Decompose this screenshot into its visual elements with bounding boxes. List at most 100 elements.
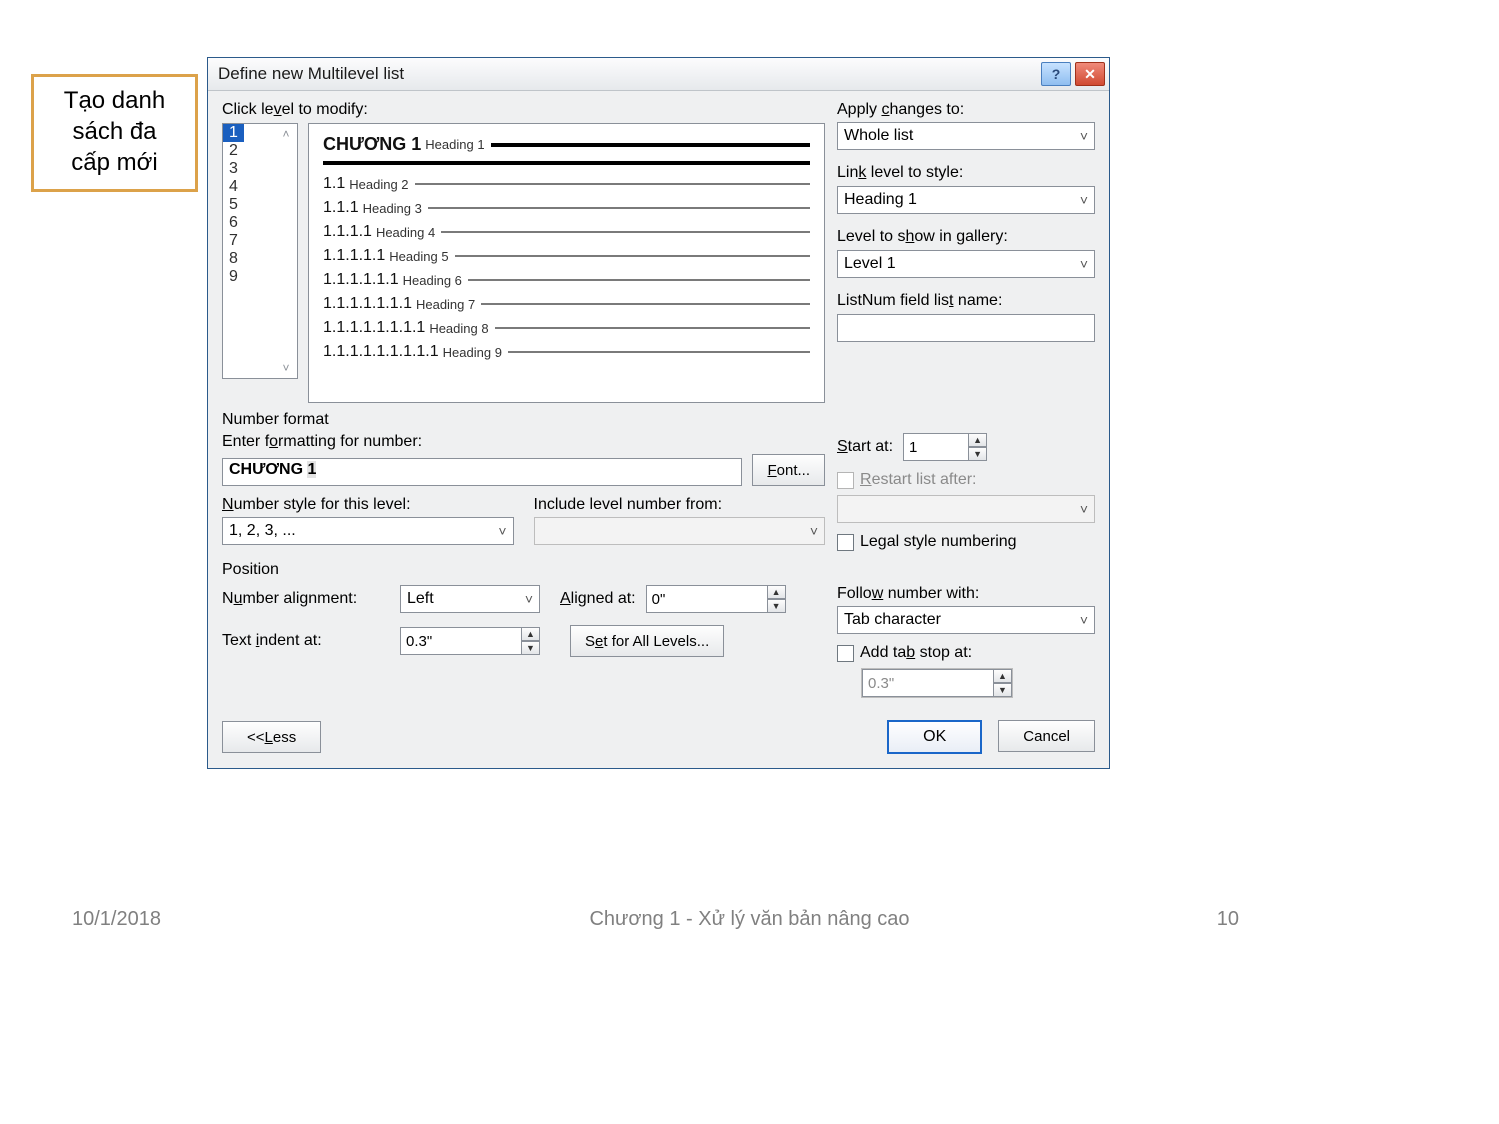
preview-heading: Heading 5 (389, 249, 448, 264)
combo-value: Heading 1 (844, 191, 917, 209)
level-show-label: Level to show in gallery: (837, 228, 1095, 246)
level-item[interactable]: 6 (223, 214, 297, 232)
spinner-value: 0.3" (868, 675, 894, 692)
level-item[interactable]: 9 (223, 268, 297, 286)
legal-style-checkbox[interactable]: Legal style numbering (837, 533, 1095, 551)
preview-heading: Heading 4 (376, 225, 435, 240)
help-button[interactable]: ? (1041, 62, 1071, 86)
preview-num: 1.1.1 (323, 199, 359, 217)
level-item[interactable]: 2 (223, 142, 297, 160)
scroll-up-icon[interactable]: ˄ (277, 126, 295, 142)
follow-number-label: Follow number with: (837, 585, 1095, 603)
spinner-up-icon: ▲ (994, 669, 1012, 683)
spinner-up-icon[interactable]: ▲ (522, 627, 540, 641)
preview-num: 1.1.1.1 (323, 223, 372, 241)
checkbox-icon (837, 472, 854, 489)
add-tab-stop-input: 0.3" (862, 669, 994, 697)
preview-heading: Heading 1 (425, 137, 484, 152)
chevron-down-icon: ˅ (1080, 501, 1088, 517)
chevron-down-icon: ˅ (498, 523, 506, 539)
number-style-label: Number style for this level: (222, 496, 514, 514)
level-item[interactable]: 1 (223, 124, 244, 142)
listnum-label: ListNum field list name: (837, 292, 1095, 310)
spinner-down-icon[interactable]: ▼ (522, 641, 540, 655)
scroll-down-icon[interactable]: ˅ (277, 360, 295, 376)
combo-value: Level 1 (844, 255, 896, 273)
spinner-down-icon: ▼ (994, 683, 1012, 697)
level-item[interactable]: 7 (223, 232, 297, 250)
spinner-value: 0" (652, 591, 666, 608)
add-tab-stop-label: Add tab stop at: (860, 644, 972, 662)
include-level-combo: ˅ (534, 517, 826, 545)
level-item[interactable]: 5 (223, 196, 297, 214)
checkbox-icon (837, 534, 854, 551)
number-alignment-combo[interactable]: Left˅ (400, 585, 540, 613)
spinner-value: 0.3" (406, 633, 432, 650)
chevron-down-icon: ˅ (1080, 192, 1088, 208)
font-button[interactable]: Font... (752, 454, 825, 486)
number-style-combo[interactable]: 1, 2, 3, ... ˅ (222, 517, 514, 545)
number-alignment-label: Number alignment: (222, 590, 390, 608)
spinner-value: 1 (909, 439, 917, 456)
preview-heading: Heading 7 (416, 297, 475, 312)
level-listbox[interactable]: ˄ 1 2 3 4 5 6 7 8 9 ˅ (222, 123, 298, 379)
dialog-titlebar: Define new Multilevel list ? ✕ (208, 58, 1109, 91)
preview-num: 1.1.1.1.1.1.1 (323, 295, 412, 313)
format-prefix: CHƯƠNG (229, 461, 307, 478)
link-level-label: Link level to style: (837, 164, 1095, 182)
apply-changes-label: Apply changes to: (837, 101, 1095, 119)
set-for-all-levels-button[interactable]: Set for All Levels... (570, 625, 724, 657)
callout-box: Tạo danh sách đa cấp mới (31, 74, 198, 192)
chevron-down-icon: ˅ (810, 523, 818, 539)
aligned-at-label: Aligned at: (560, 590, 636, 608)
add-tab-stop-checkbox[interactable]: Add tab stop at: (837, 644, 1095, 662)
less-button[interactable]: << Less (222, 721, 321, 753)
chevron-down-icon: ˅ (525, 591, 533, 607)
preview-num: 1.1.1.1.1.1.1.1 (323, 319, 425, 337)
combo-value: Whole list (844, 127, 913, 145)
chevron-down-icon: ˅ (1080, 612, 1088, 628)
level-item[interactable]: 4 (223, 178, 297, 196)
preview-num: 1.1.1.1.1.1.1.1.1 (323, 343, 439, 361)
preview-heading: Heading 8 (429, 321, 488, 336)
spinner-up-icon[interactable]: ▲ (969, 433, 987, 447)
callout-line: Tạo danh (40, 85, 189, 116)
footer-title: Chương 1 - Xử lý văn bản nâng cao (0, 908, 1499, 931)
cancel-button[interactable]: Cancel (998, 720, 1095, 752)
aligned-at-input[interactable]: 0" (646, 585, 768, 613)
follow-number-combo[interactable]: Tab character˅ (837, 606, 1095, 634)
position-section-label: Position (222, 561, 1095, 579)
preview-num: 1.1.1.1.1 (323, 247, 385, 265)
restart-list-combo: ˅ (837, 495, 1095, 523)
restart-list-label: Restart list after: (860, 471, 976, 489)
spinner-up-icon[interactable]: ▲ (768, 585, 786, 599)
number-format-input[interactable]: CHƯƠNG 1 (222, 458, 742, 486)
multilevel-list-dialog: Define new Multilevel list ? ✕ Click lev… (207, 57, 1110, 769)
start-at-input[interactable]: 1 (903, 433, 969, 461)
combo-value: 1, 2, 3, ... (229, 522, 296, 540)
chevron-down-icon: ˅ (1080, 128, 1088, 144)
start-at-label: Start at: (837, 438, 893, 456)
level-item[interactable]: 8 (223, 250, 297, 268)
spinner-down-icon[interactable]: ▼ (768, 599, 786, 613)
text-indent-input[interactable]: 0.3" (400, 627, 522, 655)
level-preview: CHƯƠNG 1 Heading 1 1.1 Heading 2 1.1.1 H… (308, 123, 825, 403)
footer-page-number: 10 (1217, 908, 1239, 931)
link-level-combo[interactable]: Heading 1 ˅ (837, 186, 1095, 214)
preview-num: 1.1 (323, 175, 345, 193)
number-format-section-label: Number format (222, 411, 1095, 429)
close-button[interactable]: ✕ (1075, 62, 1105, 86)
checkbox-icon (837, 645, 854, 662)
include-level-label: Include level number from: (534, 496, 826, 514)
apply-changes-combo[interactable]: Whole list ˅ (837, 122, 1095, 150)
ok-button[interactable]: OK (887, 720, 982, 754)
level-show-combo[interactable]: Level 1˅ (837, 250, 1095, 278)
preview-heading: Heading 3 (363, 201, 422, 216)
spinner-down-icon[interactable]: ▼ (969, 447, 987, 461)
dialog-title: Define new Multilevel list (218, 64, 404, 84)
callout-line: sách đa (40, 116, 189, 147)
level-item[interactable]: 3 (223, 160, 297, 178)
text-indent-label: Text indent at: (222, 632, 390, 650)
listnum-input[interactable] (837, 314, 1095, 342)
preview-heading: Heading 6 (403, 273, 462, 288)
